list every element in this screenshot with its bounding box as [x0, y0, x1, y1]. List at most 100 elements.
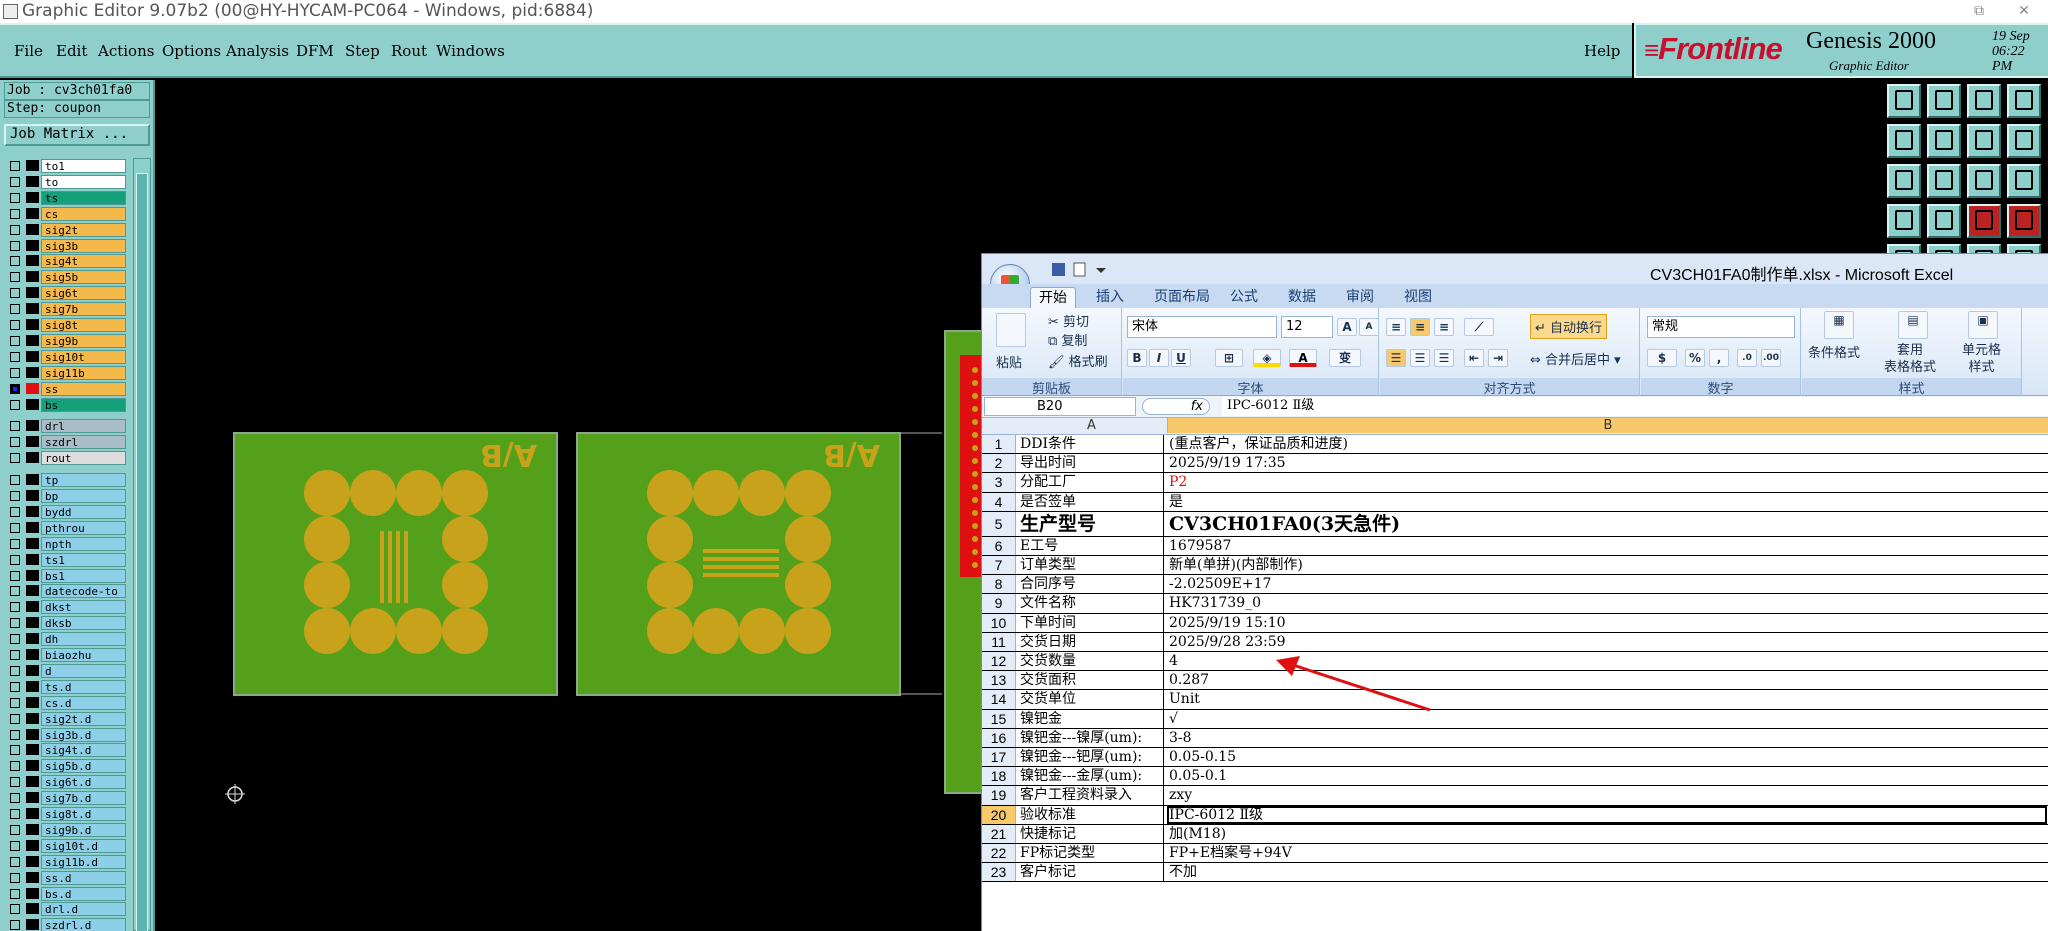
cell-b[interactable]: 0.05-0.15 [1167, 748, 2047, 766]
layer-row[interactable]: ss.d [4, 870, 126, 885]
layer-name[interactable]: sig7b [41, 302, 126, 317]
cell-b[interactable]: FP+E档案号+94V [1167, 844, 2047, 862]
layer-row[interactable]: szdrl.d [4, 917, 126, 931]
layer-name[interactable]: szdrl.d [41, 918, 126, 931]
layer-checkbox[interactable] [10, 570, 20, 581]
row-number[interactable]: 16 [982, 728, 1016, 747]
layer-row[interactable]: sig5b.d [4, 758, 126, 774]
layer-name[interactable]: d [41, 663, 126, 678]
cell-a[interactable]: FP标记类型 [1018, 844, 1164, 863]
layer-name[interactable]: bp [41, 489, 126, 503]
conditional-format-button[interactable]: 条件格式 [1808, 342, 1860, 361]
layer-row[interactable]: ts [4, 190, 126, 205]
layer-row[interactable]: sig2t.d [4, 711, 126, 726]
underline-button[interactable]: U [1171, 349, 1191, 367]
layer-row[interactable]: to [4, 174, 126, 189]
number-format-select[interactable]: 常规 [1647, 316, 1795, 338]
layer-row[interactable]: sig3b.d [4, 727, 126, 742]
layer-name[interactable]: sig5b [41, 270, 126, 285]
layer-checkbox[interactable] [10, 586, 20, 597]
cell-a[interactable]: 验收标准 [1018, 805, 1164, 824]
cell-b[interactable]: 是 [1167, 493, 2047, 511]
layer-name[interactable]: sig3b.d [41, 727, 126, 742]
layer-checkbox[interactable] [10, 538, 20, 549]
layer-checkbox[interactable] [10, 176, 20, 187]
view-tool-button[interactable] [2007, 84, 2041, 118]
layer-row[interactable]: bydd [4, 504, 126, 519]
layer-checkbox[interactable] [10, 437, 20, 448]
font-name-select[interactable]: 宋体 [1127, 316, 1277, 338]
layer-row[interactable]: sig4t.d [4, 742, 126, 758]
align-left-icon[interactable]: ☰ [1386, 349, 1406, 367]
layer-name[interactable]: sig2t [41, 222, 126, 237]
align-top-icon[interactable]: ≡ [1386, 318, 1406, 336]
layer-checkbox[interactable] [10, 453, 20, 464]
layer-name[interactable]: drl [41, 419, 126, 434]
view-tool-button[interactable] [1887, 84, 1921, 118]
layer-row[interactable]: cs [4, 206, 126, 221]
row-number[interactable]: 9 [982, 594, 1016, 613]
layer-row[interactable]: sig7b [4, 301, 126, 317]
menu-step[interactable]: Step [345, 42, 380, 60]
layer-name[interactable]: bs.d [41, 886, 126, 901]
layer-checkbox[interactable] [10, 522, 20, 533]
layer-row[interactable]: sig10t.d [4, 838, 126, 853]
cell-a[interactable]: 交货日期 [1018, 632, 1164, 651]
row-number[interactable]: 5 [982, 511, 1016, 536]
align-center-icon[interactable]: ☰ [1410, 349, 1430, 367]
cell-a[interactable]: 交货面积 [1018, 671, 1164, 690]
layer-row[interactable]: cs.d [4, 695, 126, 710]
layer-name[interactable]: sig6t.d [41, 775, 126, 790]
layer-checkbox[interactable] [10, 272, 20, 283]
layer-name[interactable]: cs [41, 206, 126, 221]
layer-row[interactable]: sig10t [4, 349, 126, 364]
layer-row[interactable]: datecode-to [4, 583, 126, 599]
layer-name[interactable]: sig3b [41, 238, 126, 253]
layer-checkbox[interactable] [10, 367, 20, 378]
shrink-font-button[interactable]: A [1359, 318, 1379, 336]
view-tool-button[interactable] [2007, 124, 2041, 158]
layer-checkbox[interactable] [10, 383, 20, 394]
align-bottom-icon[interactable]: ≡ [1434, 318, 1454, 336]
menu-edit[interactable]: Edit [56, 42, 87, 60]
conditional-format-icon[interactable]: ▦ [1824, 311, 1854, 339]
row-number[interactable]: 12 [982, 652, 1016, 671]
layer-row[interactable]: sig8t [4, 317, 126, 332]
layer-name[interactable]: sig4t.d [41, 743, 126, 758]
layer-checkbox[interactable] [10, 888, 20, 899]
layer-checkbox[interactable] [10, 240, 20, 251]
fill-color-icon[interactable]: ◈ [1253, 349, 1281, 367]
job-matrix-button[interactable]: Job Matrix ... [4, 124, 150, 146]
insert-function-button[interactable]: fx [1142, 398, 1210, 415]
layer-name[interactable]: rout [41, 451, 126, 466]
percent-button[interactable]: % [1685, 349, 1705, 367]
layer-checkbox[interactable] [10, 475, 20, 486]
row-number[interactable]: 22 [982, 844, 1016, 863]
layer-row[interactable]: sig11b.d [4, 854, 126, 869]
view-tool-button[interactable] [2007, 204, 2041, 238]
row-number[interactable]: 23 [982, 863, 1016, 882]
row-number[interactable]: 1 [982, 435, 1016, 454]
view-tool-button[interactable] [1887, 204, 1921, 238]
cell-b[interactable]: 1679587 [1167, 537, 2047, 555]
cell-style-icon[interactable]: ▣ [1968, 311, 1998, 339]
row-number[interactable]: 11 [982, 632, 1016, 651]
copy-button[interactable]: ⧉ 复制 [1048, 330, 1087, 349]
cell-b[interactable]: CV3CH01FA0(3天急件) [1167, 512, 2047, 536]
layer-checkbox[interactable] [10, 904, 20, 915]
table-format-button[interactable]: 套用 表格格式 [1884, 342, 1936, 376]
layer-scrollbar[interactable] [133, 158, 151, 931]
cell-a[interactable]: 分配工厂 [1018, 473, 1164, 492]
layer-name[interactable]: dh [41, 632, 126, 647]
layer-name[interactable]: bydd [41, 504, 126, 519]
cell-a[interactable]: 订单类型 [1018, 556, 1164, 575]
layer-name[interactable]: pthrou [41, 520, 126, 535]
layer-name[interactable]: dksb [41, 616, 126, 631]
layer-row[interactable]: drl.d [4, 901, 126, 917]
currency-icon[interactable]: $ [1647, 349, 1677, 367]
view-tool-button[interactable] [1967, 84, 2001, 118]
layer-row[interactable]: dkst [4, 599, 126, 615]
ribbon-tab[interactable]: 数据 [1280, 287, 1324, 308]
layer-name[interactable]: sig10t.d [41, 838, 126, 853]
close-button[interactable]: ✕ [2005, 0, 2043, 23]
